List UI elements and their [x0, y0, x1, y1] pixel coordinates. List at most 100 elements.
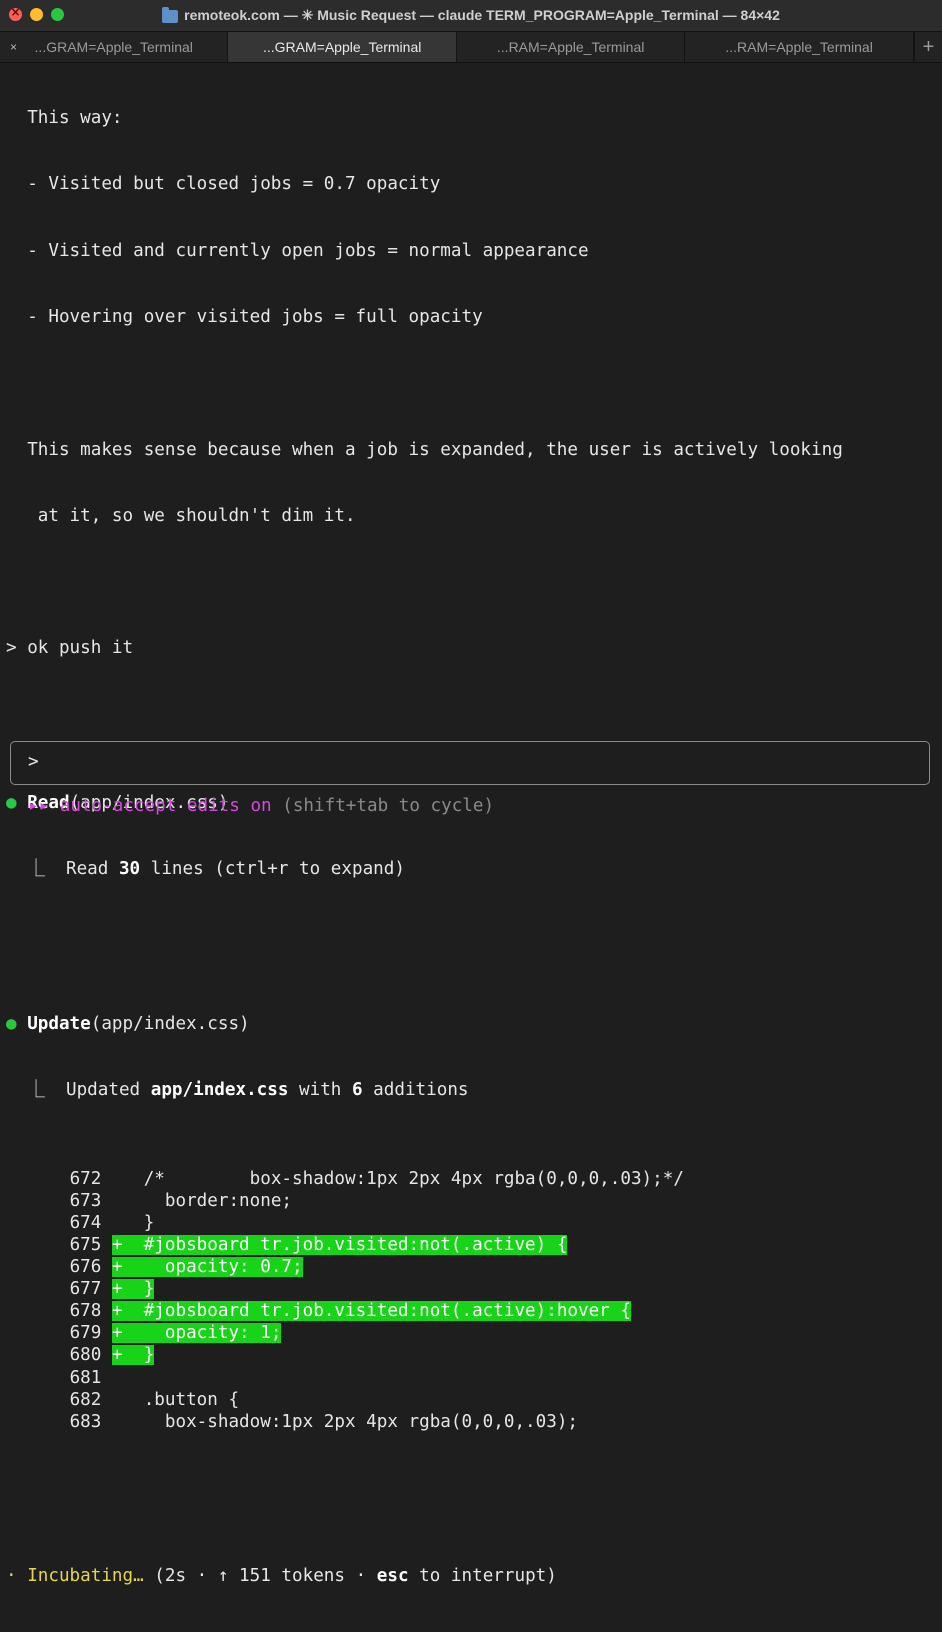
update-result-line: ⎿ Updated app/index.css with 6 additions — [27, 1080, 469, 1101]
diff-line-added: 675 + #jobsboard tr.job.visited:not(.act… — [6, 1234, 936, 1256]
status-bullet-icon: ● — [6, 1014, 17, 1035]
diff-block: 672 /* box-shadow:1px 2px 4px rgba(0,0,0… — [6, 1168, 936, 1433]
tab-4[interactable]: ...RAM=Apple_Terminal — [685, 32, 914, 62]
diff-line-added: 680 + } — [6, 1344, 936, 1366]
diff-line: 683 box-shadow:1px 2px 4px rgba(0,0,0,.0… — [6, 1411, 936, 1433]
code-text: border:none; — [122, 1190, 293, 1211]
branch-icon: ⎿ — [27, 859, 45, 880]
diff-sign — [112, 1390, 123, 1410]
diff-line: 681 — [6, 1367, 936, 1389]
tab-close-icon[interactable]: × — [10, 40, 17, 54]
diff-line: 682 .button { — [6, 1389, 936, 1411]
tab-label: ...RAM=Apple_Terminal — [725, 39, 873, 55]
explanation-line: - Visited but closed jobs = 0.7 opacity — [27, 174, 441, 195]
explanation-line: This way: — [27, 108, 123, 129]
code-text: .button { — [122, 1389, 240, 1410]
explanation-line: - Hovering over visited jobs = full opac… — [27, 307, 483, 328]
code-text: } — [122, 1212, 155, 1233]
line-number: 674 — [69, 1212, 102, 1233]
tab-3[interactable]: ...RAM=Apple_Terminal — [457, 32, 686, 62]
diff-sign — [112, 1213, 123, 1233]
tab-bar: × ...GRAM=Apple_Terminal ...GRAM=Apple_T… — [0, 32, 942, 63]
zoom-window-icon[interactable] — [51, 8, 64, 21]
terminal-output: This way: - Visited but closed jobs = 0.… — [6, 63, 936, 1632]
tab-2-active[interactable]: ...GRAM=Apple_Terminal — [228, 32, 457, 62]
title-bar: remoteok.com — ✳ Music Request — claude … — [0, 0, 942, 32]
interrupt-key: esc — [376, 1566, 409, 1587]
status-verb: Incubating… — [27, 1566, 144, 1587]
traffic-lights — [9, 5, 64, 21]
line-number: 672 — [69, 1168, 102, 1189]
update-action-line: ● Update(app/index.css) — [6, 1013, 936, 1035]
line-number: 677 — [69, 1279, 102, 1300]
line-number: 682 — [69, 1389, 102, 1410]
prompt-text: ok push it — [27, 638, 134, 659]
code-text: opacity: 1; — [122, 1323, 282, 1344]
prompt-marker: > — [6, 638, 17, 659]
close-window-icon[interactable] — [9, 5, 22, 21]
code-text: opacity: 0.7; — [122, 1257, 303, 1278]
tab-label: ...GRAM=Apple_Terminal — [34, 39, 193, 55]
terminal-window: remoteok.com — ✳ Music Request — claude … — [0, 0, 942, 1586]
code-text: box-shadow:1px 2px 4px rgba(0,0,0,.03); — [122, 1411, 579, 1432]
explanation-line: This makes sense because when a job is e… — [27, 439, 843, 460]
tool-name: Update — [27, 1014, 91, 1035]
diff-line-added: 679 + opacity: 1; — [6, 1322, 936, 1344]
tab-1[interactable]: × ...GRAM=Apple_Terminal — [0, 32, 229, 62]
diff-line: 672 /* box-shadow:1px 2px 4px rgba(0,0,0… — [6, 1168, 936, 1190]
mode-indicator: ▸▸ auto-accept edits on (shift+tab to cy… — [28, 795, 494, 817]
diff-sign: + — [111, 1257, 123, 1278]
diff-sign: + — [111, 1301, 123, 1322]
diff-line: 674 } — [6, 1212, 936, 1234]
line-number: 680 — [69, 1345, 102, 1366]
code-text: #jobsboard tr.job.visited:not(.active) { — [122, 1234, 568, 1255]
diff-line-added: 677 + } — [6, 1278, 936, 1300]
code-text: /* box-shadow:1px 2px 4px rgba(0,0,0,.03… — [122, 1168, 684, 1189]
diff-sign: + — [111, 1345, 123, 1366]
diff-sign — [112, 1412, 123, 1432]
diff-sign: + — [111, 1279, 123, 1300]
folder-icon — [162, 7, 179, 23]
mode-label: auto-accept edits on — [59, 796, 272, 816]
diff-sign: + — [111, 1234, 123, 1255]
new-tab-button[interactable]: + — [913, 32, 942, 62]
line-number: 676 — [69, 1257, 102, 1278]
diff-sign — [112, 1368, 123, 1388]
minimize-window-icon[interactable] — [30, 8, 43, 21]
line-number: 673 — [69, 1190, 102, 1211]
tool-arg: (app/index.css) — [90, 1014, 250, 1035]
spinner-icon: · — [6, 1566, 17, 1587]
diff-line-added: 676 + opacity: 0.7; — [6, 1256, 936, 1278]
code-text: } — [122, 1345, 155, 1366]
diff-line-added: 678 + #jobsboard tr.job.visited:not(.act… — [6, 1300, 936, 1322]
tab-label: ...GRAM=Apple_Terminal — [263, 39, 422, 55]
line-number: 681 — [69, 1367, 102, 1388]
read-result-line: ⎿ Read 30 lines (ctrl+r to expand) — [27, 859, 405, 880]
window-title: remoteok.com — ✳ Music Request — claude … — [184, 7, 780, 23]
explanation-line: - Visited and currently open jobs = norm… — [27, 240, 589, 261]
code-text: #jobsboard tr.job.visited:not(.active):h… — [122, 1301, 631, 1322]
tab-label: ...RAM=Apple_Terminal — [496, 39, 645, 55]
input-marker: > — [28, 752, 39, 772]
prompt-input[interactable]: > — [10, 741, 930, 785]
status-bullet-icon: ● — [6, 793, 17, 814]
mode-hint: (shift+tab to cycle) — [282, 796, 495, 816]
line-number: 678 — [69, 1301, 102, 1322]
diff-sign — [112, 1169, 123, 1189]
explanation-line: at it, so we shouldn't dim it. — [27, 505, 356, 526]
user-prompt-line: > ok push it — [6, 637, 936, 659]
line-number: 675 — [69, 1234, 102, 1255]
diff-sign — [112, 1191, 123, 1211]
diff-line: 673 border:none; — [6, 1190, 936, 1212]
fast-forward-icon: ▸▸ — [28, 796, 50, 816]
code-text: } — [122, 1279, 155, 1300]
status-line: · Incubating… (2s · ↑ 151 tokens · esc t… — [6, 1566, 557, 1587]
line-number: 683 — [69, 1411, 102, 1432]
line-number: 679 — [69, 1323, 102, 1344]
branch-icon: ⎿ — [27, 1080, 45, 1101]
